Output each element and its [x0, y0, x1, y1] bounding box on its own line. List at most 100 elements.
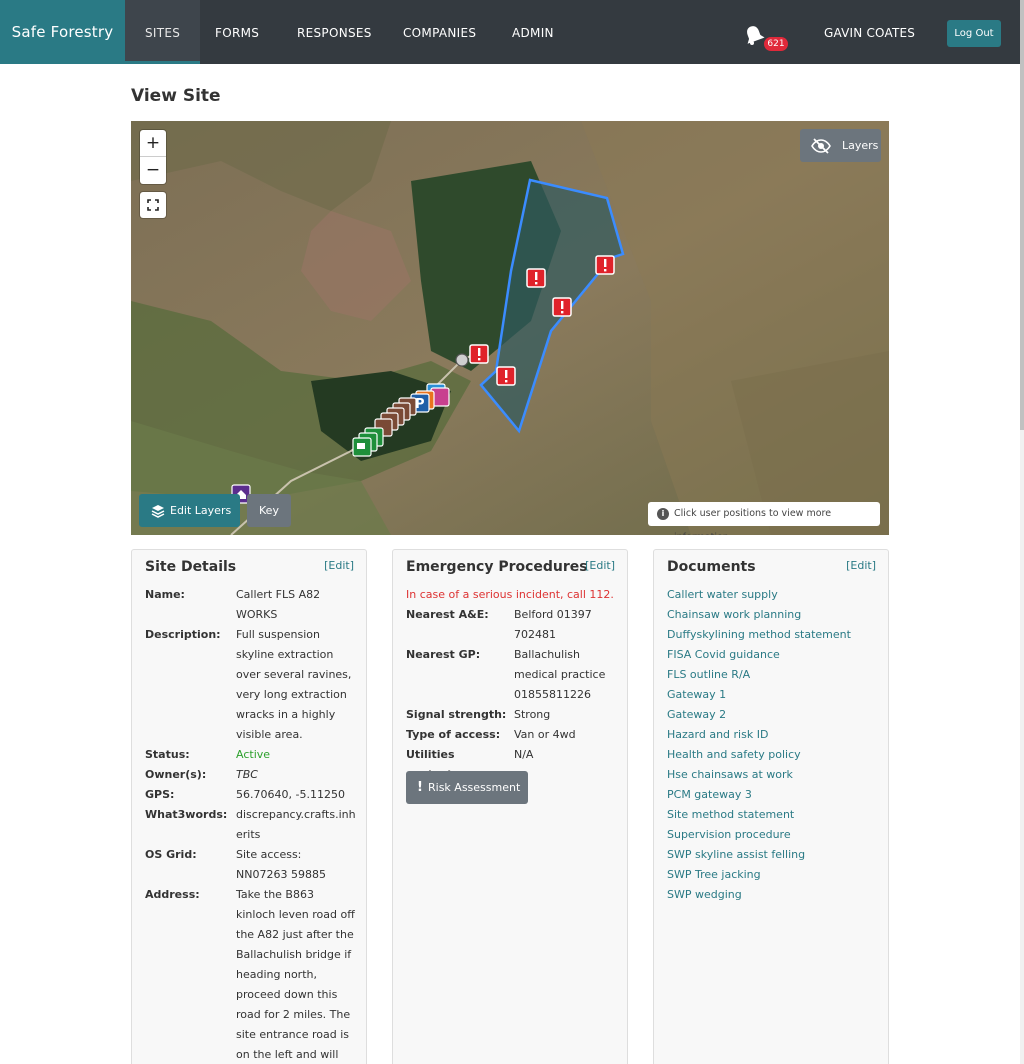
document-link[interactable]: PCM gateway 3 [667, 785, 851, 805]
field-label: Nearest GP: [406, 648, 481, 661]
field-label: Name: [145, 588, 185, 601]
key-button[interactable]: Key [247, 494, 291, 527]
field-label: Signal strength: [406, 708, 507, 721]
document-link[interactable]: FISA Covid guidance [667, 645, 851, 665]
document-link[interactable]: Gateway 1 [667, 685, 851, 705]
bell-icon[interactable] [743, 24, 765, 46]
site-details-title: Site Details [145, 559, 237, 575]
page-title: View Site [131, 86, 221, 106]
field-value: TBC [236, 768, 258, 781]
documents-list: Callert water supply Chainsaw work plann… [667, 585, 851, 905]
field-label: Status: [145, 748, 190, 761]
scrollbar[interactable] [1020, 0, 1024, 1064]
emergency-edit-link[interactable]: [Edit] [585, 559, 615, 572]
document-link[interactable]: SWP skyline assist felling [667, 845, 851, 865]
documents-edit-link[interactable]: [Edit] [846, 559, 876, 572]
field-os-grid: OS Grid: Site access: NN07263 59885 [145, 845, 356, 885]
field-owners: Owner(s): TBC [145, 765, 356, 785]
site-details-edit-link[interactable]: [Edit] [324, 559, 354, 572]
field-label: Type of access: [406, 728, 501, 741]
field-value: Van or 4wd [514, 728, 576, 741]
user-menu[interactable]: GAVIN COATES [824, 0, 915, 66]
hazard-icon[interactable] [526, 268, 546, 288]
field-signal-strength: Signal strength: Strong [406, 705, 617, 725]
field-value: discrepancy.crafts.inh erits [236, 808, 356, 841]
nav-item-companies[interactable]: COMPANIES [403, 0, 476, 64]
field-nearest-gp: Nearest GP: Ballachulish medical practice… [406, 645, 617, 705]
field-label: OS Grid: [145, 848, 197, 861]
zoom-out-button[interactable]: − [140, 157, 166, 184]
field-type-of-access: Type of access: Van or 4wd [406, 725, 617, 745]
status-value: Active [236, 748, 271, 761]
emergency-procedures-card: Emergency Procedures [Edit] In case of a… [392, 549, 628, 1064]
document-link[interactable]: SWP wedging [667, 885, 851, 905]
edit-layers-label: Edit Layers [170, 504, 232, 517]
field-value: Callert FLS A82 WORKS [236, 588, 321, 621]
document-link[interactable]: SWP Tree jacking [667, 865, 851, 885]
emergency-title: Emergency Procedures [406, 559, 588, 575]
field-label: Nearest A&E: [406, 608, 489, 621]
field-value: Take the B863 kinloch leven road off the… [236, 888, 355, 1061]
documents-card: Documents [Edit] Callert water supply Ch… [653, 549, 889, 1064]
risk-assessment-button[interactable]: ! Risk Assessment [406, 771, 528, 804]
top-navbar: Safe Forestry SITES FORMS RESPONSES COMP… [0, 0, 1020, 64]
field-description: Description: Full suspension skyline extr… [145, 625, 356, 745]
notification-badge: 621 [764, 37, 788, 51]
field-label: What3words: [145, 808, 228, 821]
logout-button[interactable]: Log Out [947, 20, 1001, 47]
info-icon: i [657, 508, 669, 520]
fullscreen-button[interactable] [140, 192, 166, 218]
edit-layers-button[interactable]: Edit Layers [139, 494, 240, 527]
documents-title: Documents [667, 559, 756, 575]
field-value: Site access: NN07263 59885 [236, 848, 326, 881]
field-label: Description: [145, 628, 221, 641]
hazard-icon[interactable] [552, 297, 572, 317]
fullscreen-icon [147, 199, 159, 211]
layers-stack-icon [151, 505, 165, 518]
scrollbar-thumb[interactable] [1020, 0, 1024, 430]
nav-item-sites[interactable]: SITES [125, 0, 201, 64]
document-link[interactable]: Chainsaw work planning [667, 605, 851, 625]
field-status: Status: Active [145, 745, 356, 765]
hazard-icon[interactable] [496, 366, 516, 386]
field-value: Strong [514, 708, 551, 721]
layers-toggle-button[interactable]: Layers [800, 129, 881, 162]
emergency-warning: In case of a serious incident, call 112. [406, 588, 614, 601]
risk-assessment-label: Risk Assessment [428, 781, 521, 794]
document-link[interactable]: Site method statement [667, 805, 851, 825]
site-map[interactable]: P + − Layers Edit Layers Key i Click use… [131, 121, 889, 535]
hazard-icon[interactable] [469, 344, 489, 364]
nav-item-responses[interactable]: RESPONSES [297, 0, 372, 64]
document-link[interactable]: Gateway 2 [667, 705, 851, 725]
field-gps: GPS: 56.70640, -5.11250 [145, 785, 356, 805]
document-link[interactable]: Callert water supply [667, 585, 851, 605]
layers-label: Layers [842, 139, 879, 152]
document-link[interactable]: FLS outline R/A [667, 665, 851, 685]
nav-item-admin[interactable]: ADMIN [512, 0, 554, 64]
document-link[interactable]: Hse chainsaws at work [667, 765, 851, 785]
document-link[interactable]: Duffyskylining method statement [667, 625, 851, 645]
document-link[interactable]: Supervision procedure [667, 825, 851, 845]
zoom-in-button[interactable]: + [140, 130, 166, 157]
field-name: Name: Callert FLS A82 WORKS [145, 585, 356, 625]
field-address: Address: Take the B863 kinloch leven road… [145, 885, 356, 1064]
field-label: Address: [145, 888, 200, 901]
field-value: Ballachulish medical practice 0185581122… [514, 648, 606, 701]
satellite-imagery[interactable] [131, 121, 889, 535]
field-nearest-ae: Nearest A&E: Belford 01397 702481 [406, 605, 617, 645]
site-marker-cluster[interactable]: P [341, 381, 451, 471]
exclamation-icon: ! [417, 780, 423, 795]
brand-logo[interactable]: Safe Forestry [0, 0, 125, 64]
document-link[interactable]: Hazard and risk ID [667, 725, 851, 745]
zoom-control: + − [140, 130, 166, 184]
field-value: Belford 01397 702481 [514, 608, 592, 641]
field-label: Owner(s): [145, 768, 207, 781]
nav-item-forms[interactable]: FORMS [215, 0, 259, 64]
field-value: N/A [514, 748, 534, 761]
map-info-note: i Click user positions to view more info… [648, 502, 880, 535]
field-value: Full suspension skyline extraction over … [236, 628, 352, 741]
field-what3words: What3words: discrepancy.crafts.inh erits [145, 805, 356, 845]
user-position-marker [455, 353, 469, 367]
hazard-icon[interactable] [595, 255, 615, 275]
document-link[interactable]: Health and safety policy [667, 745, 851, 765]
